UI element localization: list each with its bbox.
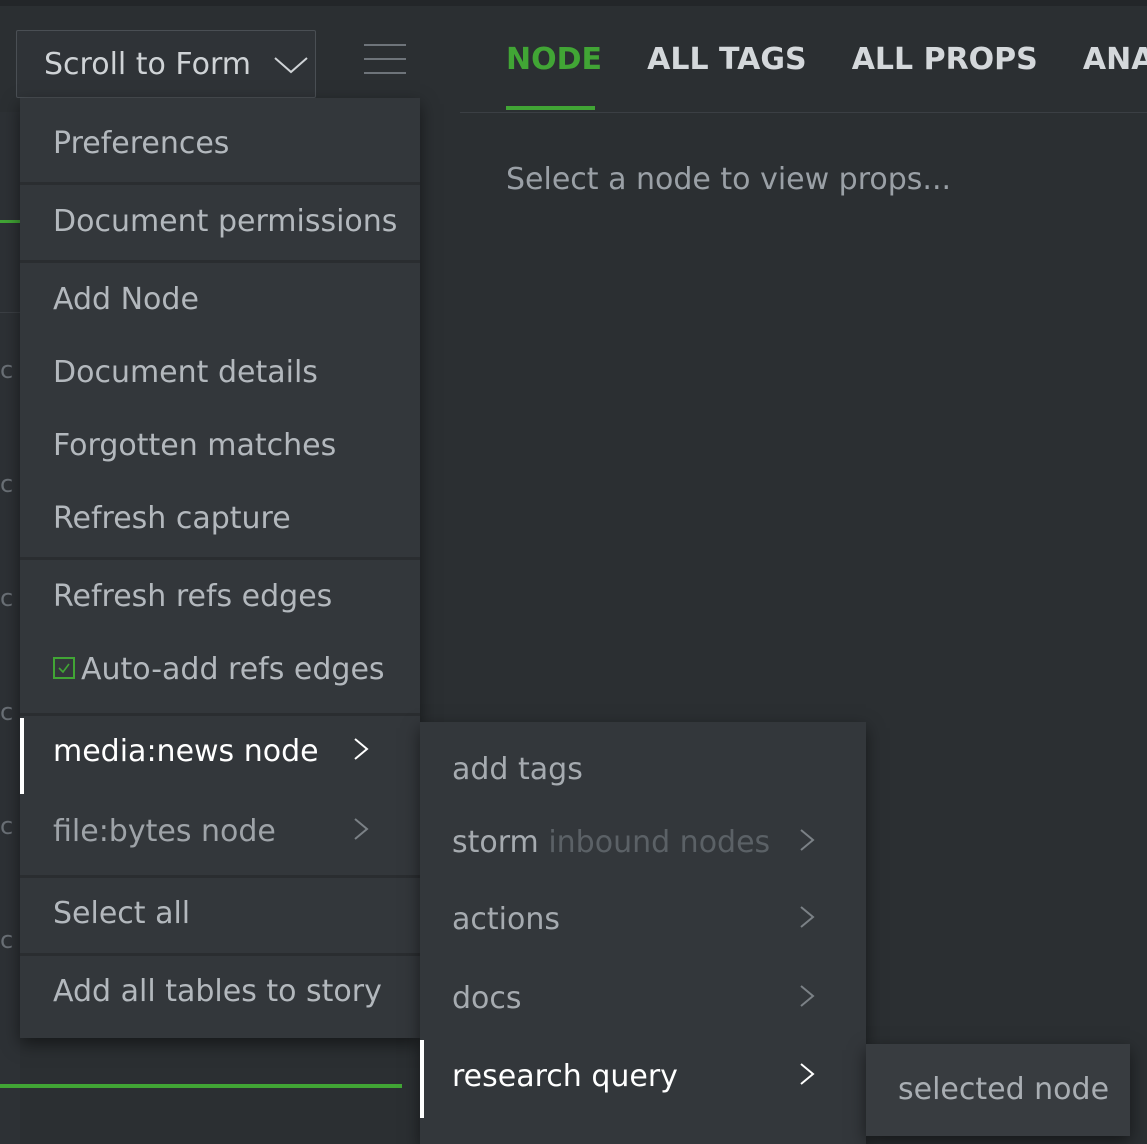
clipped-text: ch — [0, 926, 12, 954]
menu-item-document-permissions[interactable]: Document permissions — [20, 204, 420, 239]
tab-node[interactable]: NODE — [506, 42, 602, 77]
checkbox-checked-icon[interactable] — [53, 656, 75, 679]
tab-anatomy[interactable]: ANATO — [1083, 42, 1147, 77]
menu-item-select-all[interactable]: Select all — [20, 896, 420, 931]
active-tab-indicator — [506, 106, 595, 110]
menu-separator — [20, 875, 420, 878]
menu-item-document-details[interactable]: Document details — [20, 355, 420, 390]
chevron-right-icon — [352, 814, 370, 852]
left-panel-divider — [0, 312, 20, 313]
storm-label: storm — [452, 825, 539, 860]
menu-separator — [20, 260, 420, 263]
window-top-strip — [0, 0, 1147, 6]
scroll-to-form-dropdown[interactable]: Scroll to Form — [16, 30, 316, 98]
tab-all-props[interactable]: ALL PROPS — [852, 42, 1038, 77]
tab-bar: NODE ALL TAGS ALL PROPS ANATO — [506, 42, 1147, 82]
submenu-item-selected-node[interactable]: selected node — [898, 1072, 1109, 1107]
menu-item-forgotten-matches[interactable]: Forgotten matches — [20, 428, 420, 463]
menu-item-add-node[interactable]: Add Node — [20, 282, 420, 317]
chevron-right-icon — [798, 825, 816, 863]
menu-item-refresh-refs-edges[interactable]: Refresh refs edges — [20, 579, 420, 614]
menu-item-auto-add-refs-edges[interactable]: Auto-add refs edges — [20, 652, 420, 687]
submenu-item-docs[interactable]: docs — [420, 981, 866, 1016]
clipped-text: ch — [0, 584, 12, 612]
media-news-node-label: media:news node — [53, 734, 319, 769]
menu-item-preferences[interactable]: Preferences — [20, 126, 420, 161]
left-panel-accent-line — [0, 220, 20, 223]
chevron-right-icon — [798, 902, 816, 940]
submenu-item-research-query[interactable]: research query — [420, 1059, 866, 1094]
docs-label: docs — [452, 981, 522, 1016]
submenu-item-actions[interactable]: actions — [420, 902, 866, 937]
chevron-down-icon — [273, 32, 309, 100]
clipped-text: ch — [0, 356, 12, 384]
research-query-submenu: selected node — [866, 1044, 1130, 1136]
menu-separator — [20, 182, 420, 185]
hamburger-menu-icon[interactable] — [364, 44, 406, 84]
chevron-right-icon — [798, 1059, 816, 1097]
background-left-panel — [0, 112, 20, 1144]
submenu-item-storm[interactable]: storm inbound nodes — [420, 825, 866, 860]
media-news-submenu: add tags storm inbound nodes actions doc… — [420, 722, 866, 1144]
chevron-right-icon — [352, 734, 370, 772]
storm-suffix: inbound nodes — [548, 825, 771, 860]
submenu-item-add-tags[interactable]: add tags — [420, 752, 866, 787]
tab-divider — [460, 112, 1147, 113]
actions-label: actions — [452, 902, 560, 937]
tab-all-tags[interactable]: ALL TAGS — [647, 42, 806, 77]
props-empty-message: Select a node to view props... — [506, 162, 952, 197]
bottom-accent-line — [0, 1084, 402, 1088]
scroll-to-form-label: Scroll to Form — [44, 47, 251, 82]
clipped-text: ch — [0, 698, 12, 726]
menu-item-refresh-capture[interactable]: Refresh capture — [20, 501, 420, 536]
clipped-text: ch — [0, 812, 12, 840]
clipped-text: ch — [0, 470, 12, 498]
menu-item-file-bytes-node[interactable]: file:bytes node — [20, 814, 420, 849]
context-menu: Preferences Document permissions Add Nod… — [20, 98, 420, 1038]
menu-separator — [20, 557, 420, 560]
research-query-label: research query — [452, 1059, 678, 1094]
file-bytes-node-label: file:bytes node — [53, 814, 276, 849]
auto-add-refs-edges-label: Auto-add refs edges — [81, 652, 385, 687]
menu-separator — [20, 713, 420, 716]
menu-item-add-all-tables-to-story[interactable]: Add all tables to story — [20, 974, 420, 1009]
menu-item-media-news-node[interactable]: media:news node — [20, 734, 420, 769]
chevron-right-icon — [798, 981, 816, 1019]
menu-separator — [20, 953, 420, 956]
